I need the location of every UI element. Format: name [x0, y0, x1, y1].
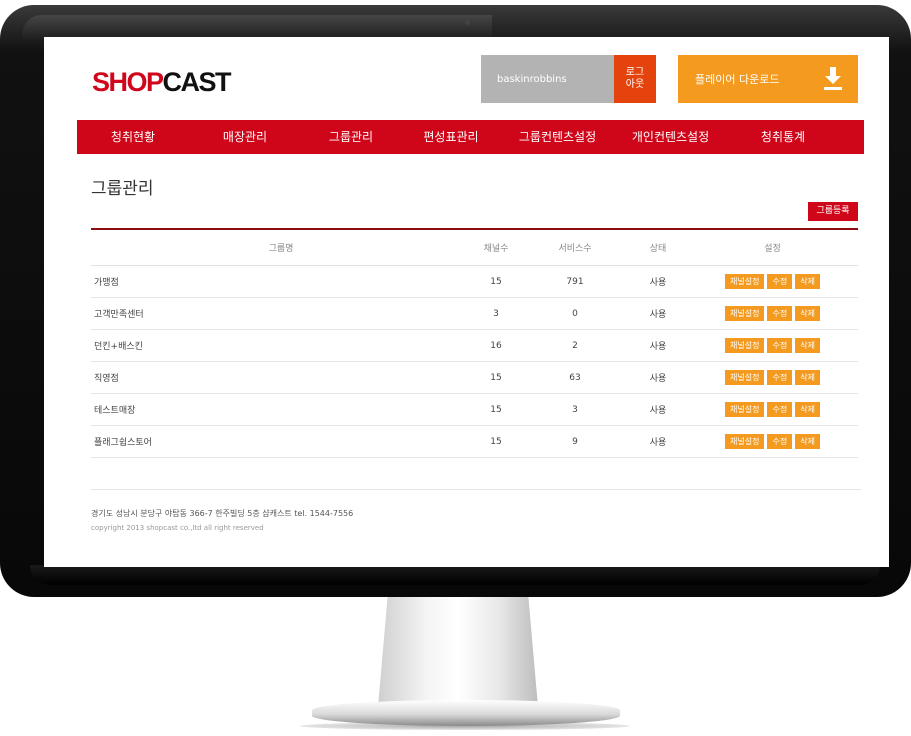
channel-count: 16 — [490, 340, 502, 351]
table-row: 테스트매장 15 3 사용 채널설정 수정 삭제 — [91, 394, 858, 426]
user-id-box: baskinrobbins — [481, 55, 614, 103]
logout-button[interactable]: 로그 아웃 — [614, 55, 656, 103]
page-title: 그룹관리 — [91, 179, 154, 199]
status: 사용 — [649, 278, 667, 288]
channel-count: 15 — [490, 404, 502, 415]
group-name: 가맹점 — [94, 278, 119, 288]
row-actions: 채널설정 수정 삭제 — [687, 402, 858, 417]
table-row: 직영점 15 63 사용 채널설정 수정 삭제 — [91, 362, 858, 394]
channel-settings-button[interactable]: 채널설정 — [725, 338, 765, 353]
header-settings: 설정 — [764, 244, 781, 254]
table-row: 던킨+배스킨 16 2 사용 채널설정 수정 삭제 — [91, 330, 858, 362]
edit-button[interactable]: 수정 — [767, 402, 793, 417]
header-group-name: 그룹명 — [268, 244, 294, 254]
nav-item-group-management[interactable]: 그룹관리 — [301, 120, 401, 154]
player-download-button[interactable]: 플레이어 다운로드 — [678, 55, 858, 103]
group-name: 플래그쉽스토어 — [94, 438, 152, 448]
group-name: 고객만족센터 — [94, 310, 144, 320]
channel-count: 15 — [490, 372, 502, 383]
delete-button[interactable]: 삭제 — [795, 274, 820, 289]
logo-shop: SHOP — [92, 67, 164, 97]
service-count: 791 — [566, 276, 584, 287]
nav-item-listening-status[interactable]: 청취현황 — [77, 120, 189, 154]
edit-button[interactable]: 수정 — [767, 274, 793, 289]
channel-settings-button[interactable]: 채널설정 — [725, 274, 765, 289]
status: 사용 — [649, 406, 667, 416]
camera-icon — [465, 20, 470, 25]
table-row: 고객만족센터 3 0 사용 채널설정 수정 삭제 — [91, 298, 858, 330]
nav-item-listening-statistics[interactable]: 청취통계 — [727, 120, 839, 154]
service-count: 9 — [572, 436, 578, 447]
nav-item-store-management[interactable]: 매장관리 — [189, 120, 301, 154]
row-actions: 채널설정 수정 삭제 — [687, 434, 858, 449]
edit-button[interactable]: 수정 — [767, 434, 793, 449]
channel-settings-button[interactable]: 채널설정 — [725, 370, 765, 385]
group-name: 던킨+배스킨 — [94, 342, 143, 352]
channel-settings-button[interactable]: 채널설정 — [725, 306, 765, 321]
main-nav: 청취현황 매장관리 그룹관리 편성표관리 그룹컨텐츠설정 개인컨텐츠설정 청취통… — [77, 120, 864, 154]
status: 사용 — [649, 342, 667, 352]
player-download-label: 플레이어 다운로드 — [695, 73, 780, 86]
footer-divider — [91, 489, 861, 490]
delete-button[interactable]: 삭제 — [795, 338, 820, 353]
row-actions: 채널설정 수정 삭제 — [687, 338, 858, 353]
status: 사용 — [649, 438, 667, 448]
header-status: 상태 — [649, 244, 667, 254]
nav-item-personal-content-settings[interactable]: 개인컨텐츠설정 — [614, 120, 727, 154]
nav-item-schedule-management[interactable]: 편성표관리 — [401, 120, 501, 154]
table-row: 가맹점 15 791 사용 채널설정 수정 삭제 — [91, 266, 858, 298]
footer-copyright: copyright 2013 shopcast co.,ltd all righ… — [91, 524, 264, 532]
group-table: 그룹명 채널수 서비스수 상태 설정 가맹점 15 791 사용 채널설정 수정… — [91, 228, 858, 458]
edit-button[interactable]: 수정 — [767, 306, 793, 321]
logo[interactable]: SHOPCAST — [92, 67, 232, 98]
service-count: 0 — [572, 308, 578, 319]
channel-count: 3 — [493, 308, 499, 319]
row-actions: 채널설정 수정 삭제 — [687, 274, 858, 289]
footer-address: 경기도 성남시 분당구 야탑동 366-7 한주빌딩 5층 샵캐스트 tel. … — [91, 509, 354, 518]
header-channels: 채널수 — [483, 244, 509, 254]
delete-button[interactable]: 삭제 — [795, 306, 820, 321]
header-services: 서비스수 — [558, 244, 592, 254]
channel-count: 15 — [490, 276, 502, 287]
download-icon — [824, 67, 842, 90]
group-name: 테스트매장 — [94, 406, 136, 416]
table-header: 그룹명 채널수 서비스수 상태 설정 — [91, 228, 858, 266]
channel-settings-button[interactable]: 채널설정 — [725, 402, 765, 417]
status: 사용 — [649, 374, 667, 384]
row-actions: 채널설정 수정 삭제 — [687, 306, 858, 321]
row-actions: 채널설정 수정 삭제 — [687, 370, 858, 385]
username: baskinrobbins — [497, 73, 567, 85]
logo-cast: CAST — [162, 67, 232, 97]
register-group-button[interactable]: 그룹등록 — [808, 202, 858, 221]
screen: SHOPCAST baskinrobbins 로그 아웃 플레이어 다운로드 청… — [44, 37, 889, 567]
monitor-stand-base — [312, 700, 620, 726]
delete-button[interactable]: 삭제 — [795, 434, 820, 449]
group-name: 직영점 — [94, 374, 119, 384]
service-count: 3 — [572, 404, 578, 415]
nav-item-group-content-settings[interactable]: 그룹컨텐츠설정 — [501, 120, 614, 154]
monitor-stand — [378, 597, 538, 707]
monitor-chin — [30, 565, 880, 585]
status: 사용 — [649, 310, 667, 320]
logout-label: 로그 아웃 — [625, 67, 645, 90]
service-count: 2 — [572, 340, 578, 351]
service-count: 63 — [569, 372, 581, 383]
delete-button[interactable]: 삭제 — [795, 402, 820, 417]
channel-count: 15 — [490, 436, 502, 447]
table-row: 플래그쉽스토어 15 9 사용 채널설정 수정 삭제 — [91, 426, 858, 458]
edit-button[interactable]: 수정 — [767, 338, 793, 353]
edit-button[interactable]: 수정 — [767, 370, 793, 385]
channel-settings-button[interactable]: 채널설정 — [725, 434, 765, 449]
delete-button[interactable]: 삭제 — [795, 370, 820, 385]
